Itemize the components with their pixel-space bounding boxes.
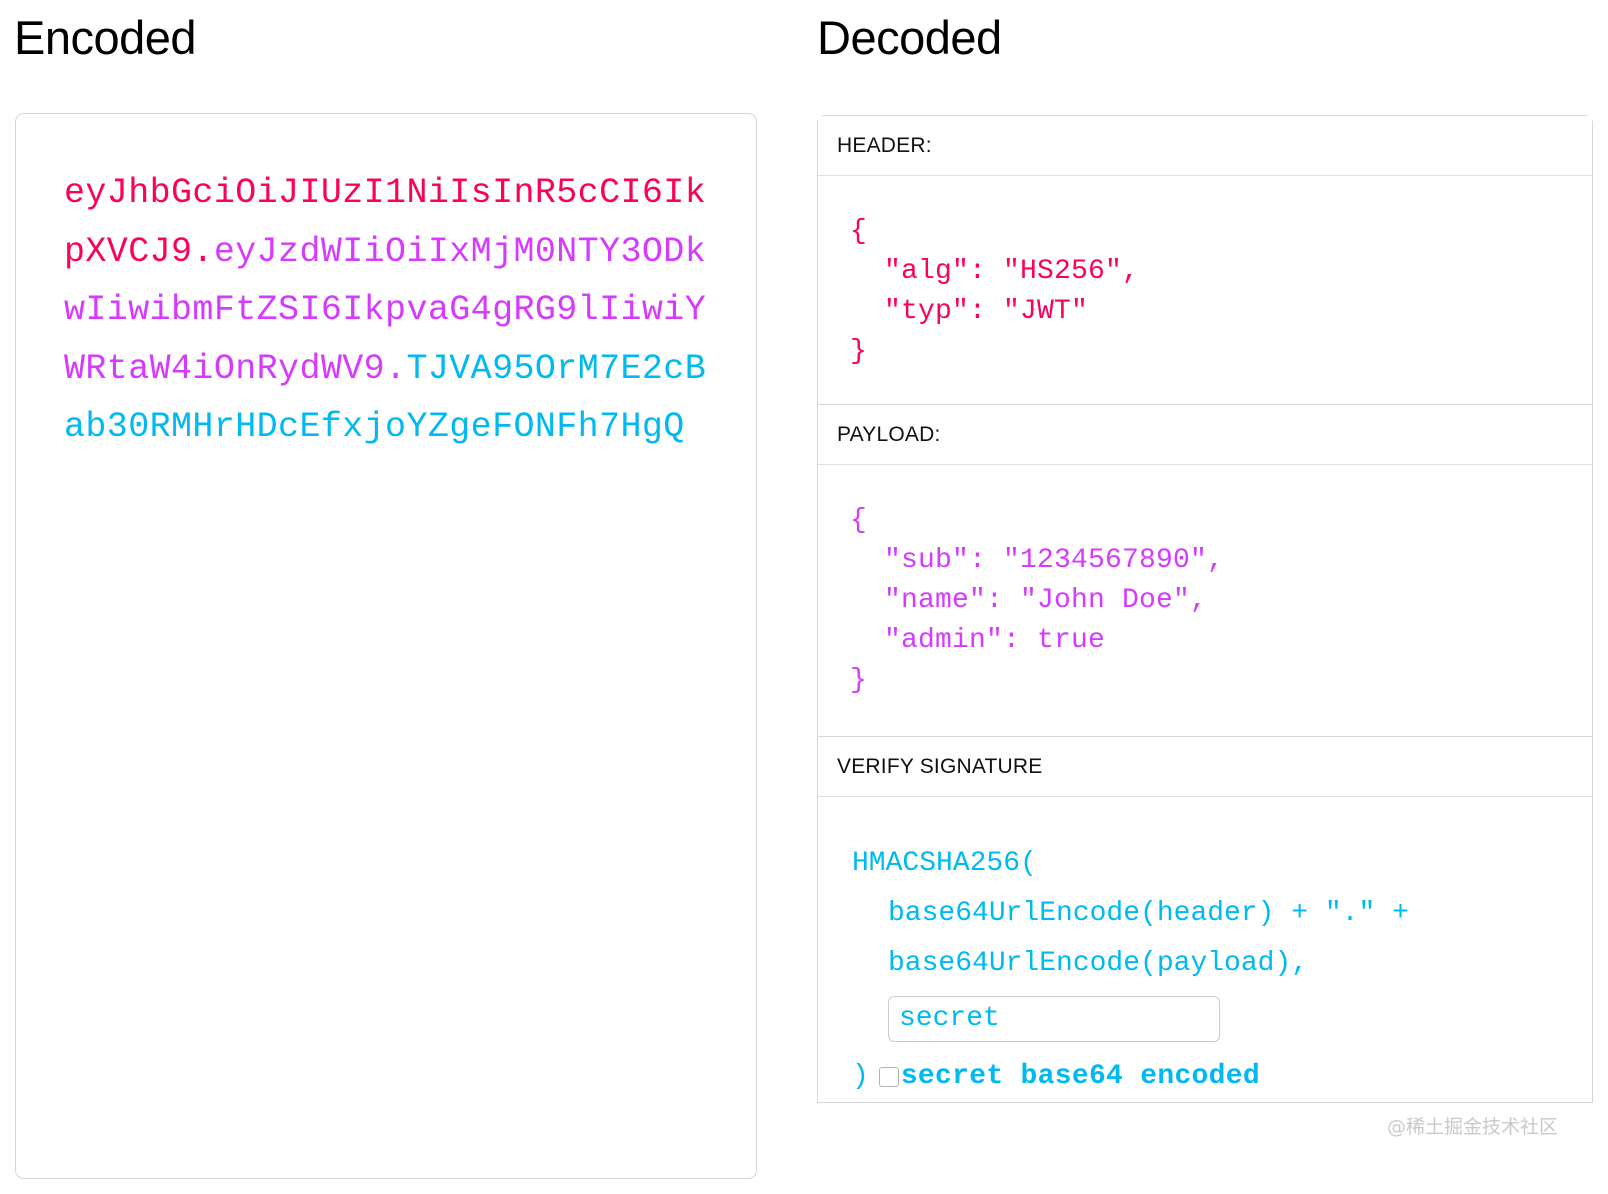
closing-paren: )	[852, 1061, 869, 1092]
verify-signature-body: HMACSHA256( base64UrlEncode(header) + ".…	[818, 797, 1592, 1102]
base64-payload-line: base64UrlEncode(payload),	[888, 948, 1309, 979]
secret-base64-encoded-label[interactable]: secret base64 encoded	[901, 1052, 1260, 1102]
encoded-token-panel[interactable]: eyJhbGciOiJIUzI1NiIsInR5cCI6IkpXVCJ9.eyJ…	[15, 113, 757, 1179]
hmac-function-line: HMACSHA256(	[852, 848, 1037, 879]
header-section-label: HEADER:	[818, 116, 1592, 176]
secret-input[interactable]	[888, 995, 1220, 1042]
encoded-column-title: Encoded	[14, 11, 197, 64]
decoded-column-title: Decoded	[817, 11, 1002, 64]
decoded-column: HEADER: { "alg": "HS256", "typ": "JWT" }…	[817, 115, 1593, 1103]
decoded-verify-signature-section: VERIFY SIGNATURE HMACSHA256( base64UrlEn…	[817, 737, 1593, 1103]
decoded-payload-section: PAYLOAD: { "sub": "1234567890", "name": …	[817, 405, 1593, 737]
decoded-header-section: HEADER: { "alg": "HS256", "typ": "JWT" }	[817, 115, 1593, 405]
secret-input-row	[852, 994, 1592, 1044]
base64-header-line: base64UrlEncode(header) + "." +	[888, 898, 1409, 929]
jwt-debugger-page: Encoded Decoded eyJhbGciOiJIUzI1NiIsInR5…	[0, 0, 1608, 1194]
secret-base64-encoded-checkbox[interactable]	[878, 1067, 899, 1087]
header-json-content[interactable]: { "alg": "HS256", "typ": "JWT" }	[818, 176, 1592, 408]
token-separator-dot-1: .	[192, 231, 214, 272]
encoded-token-text[interactable]: eyJhbGciOiJIUzI1NiIsInR5cCI6IkpXVCJ9.eyJ…	[64, 164, 712, 457]
token-separator-dot-2: .	[385, 348, 407, 389]
payload-section-label: PAYLOAD:	[818, 405, 1592, 465]
verify-signature-section-label: VERIFY SIGNATURE	[818, 737, 1592, 797]
payload-json-content[interactable]: { "sub": "1234567890", "name": "John Doe…	[818, 465, 1592, 739]
verify-close-row: ) secret base64 encoded	[852, 1052, 1592, 1102]
watermark-text: @稀土掘金技术社区	[1386, 1116, 1558, 1138]
